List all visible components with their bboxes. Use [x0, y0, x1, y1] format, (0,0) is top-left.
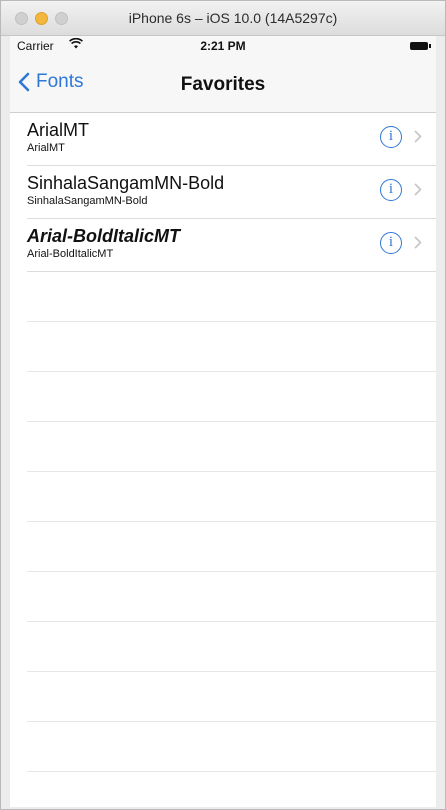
favorites-list: ArialMT ArialMT i SinhalaSangamMN-Bold S… — [10, 113, 436, 272]
list-item[interactable]: SinhalaSangamMN-Bold SinhalaSangamMN-Bol… — [27, 166, 436, 219]
back-button-label: Fonts — [36, 71, 84, 92]
chevron-right-icon — [414, 183, 422, 196]
status-time: 2:21 PM — [200, 39, 246, 53]
back-button[interactable]: Fonts — [18, 71, 84, 93]
window-titlebar: iPhone 6s – iOS 10.0 (14A5297c) — [1, 1, 445, 36]
list-item[interactable]: ArialMT ArialMT i — [27, 113, 436, 166]
row-separator — [27, 572, 436, 622]
chevron-right-icon — [414, 236, 422, 249]
row-separator — [27, 722, 436, 772]
window-minimize-button[interactable] — [35, 12, 48, 25]
battery-icon — [410, 42, 431, 50]
font-name: SinhalaSangamMN-Bold — [27, 173, 225, 193]
info-icon[interactable]: i — [380, 179, 402, 201]
row-separator — [27, 622, 436, 672]
navigation-bar: Fonts Favorites — [10, 56, 436, 113]
row-separator — [27, 672, 436, 722]
font-name: ArialMT — [27, 120, 89, 140]
info-icon[interactable]: i — [380, 126, 402, 148]
font-postscript-name: ArialMT — [27, 142, 65, 154]
window-close-button[interactable] — [15, 12, 28, 25]
row-separator — [27, 522, 436, 572]
font-name: Arial-BoldItalicMT — [27, 226, 181, 246]
list-item[interactable]: Arial-BoldItalicMT Arial-BoldItalicMT i — [27, 219, 436, 272]
font-postscript-name: Arial-BoldItalicMT — [27, 248, 114, 260]
row-separator — [27, 472, 436, 522]
chevron-left-icon — [18, 72, 30, 92]
simulator-window: iPhone 6s – iOS 10.0 (14A5297c) Carrier … — [0, 0, 446, 810]
device-screen: Carrier 2:21 PM Fonts Favorites ArialMT … — [10, 36, 436, 807]
window-zoom-button[interactable] — [55, 12, 68, 25]
row-separator — [27, 322, 436, 372]
row-separator — [27, 272, 436, 322]
info-icon[interactable]: i — [380, 232, 402, 254]
empty-table-rows — [27, 272, 436, 807]
font-postscript-name: SinhalaSangamMN-Bold — [27, 195, 148, 207]
row-separator — [27, 422, 436, 472]
row-separator — [27, 372, 436, 422]
window-title: iPhone 6s – iOS 10.0 (14A5297c) — [128, 10, 338, 26]
chevron-right-icon — [414, 130, 422, 143]
status-bar: Carrier 2:21 PM — [10, 36, 436, 56]
